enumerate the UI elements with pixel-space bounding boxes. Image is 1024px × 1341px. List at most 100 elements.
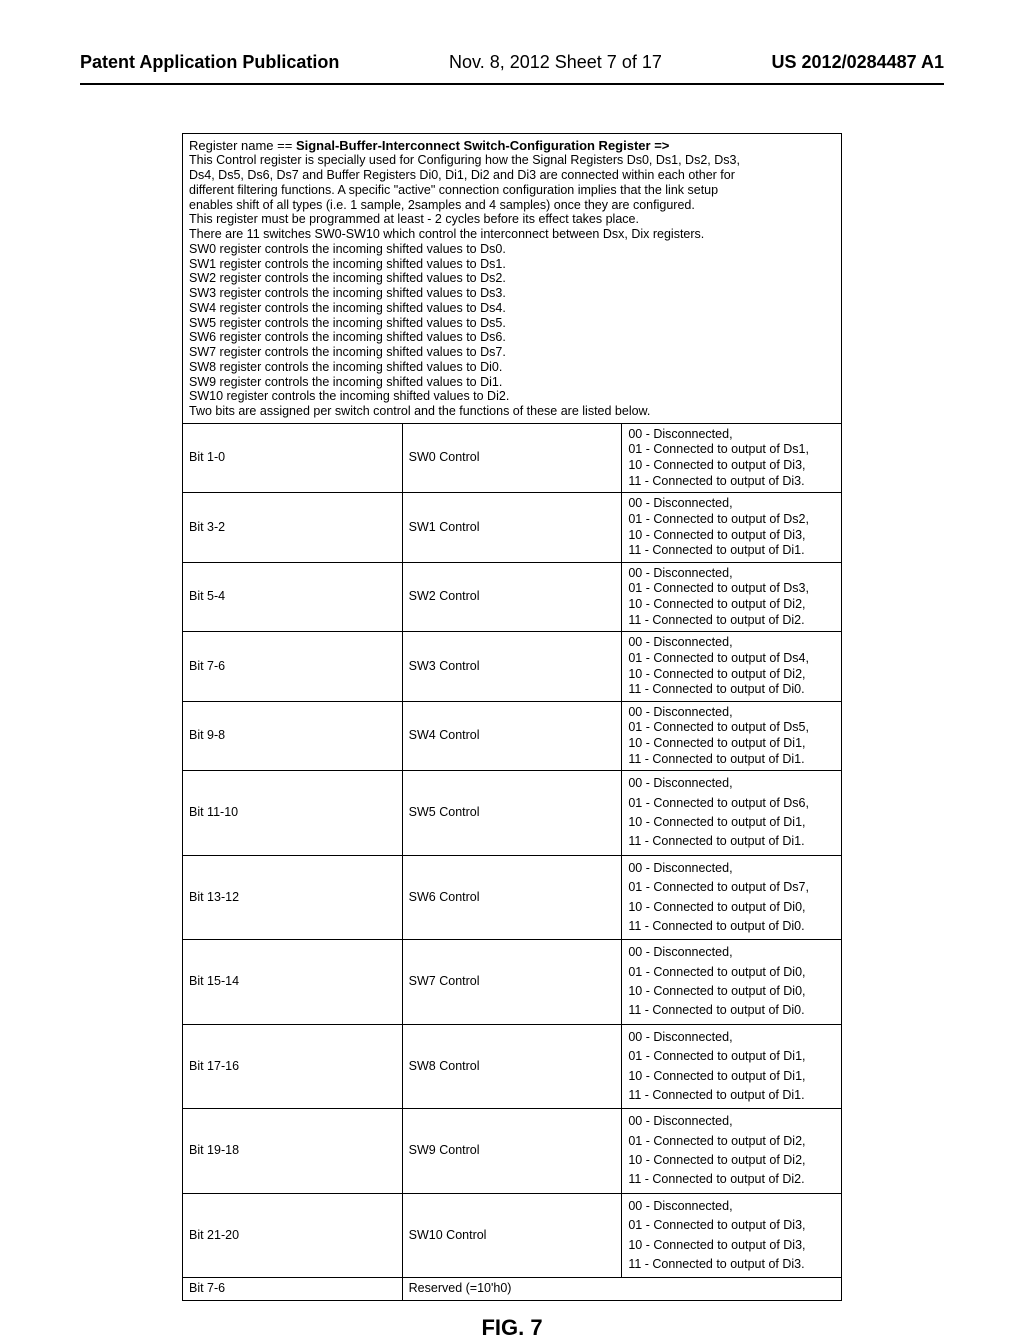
desc-col-line: 00 - Disconnected, [628,635,835,651]
desc-line: SW1 register controls the incoming shift… [189,257,835,272]
desc-col-line: 00 - Disconnected, [628,774,835,793]
regname-bold: Signal-Buffer-Interconnect Switch-Config… [296,138,669,153]
desc-col-line: 11 - Connected to output of Di1. [628,1086,835,1105]
name-col: SW1 Control [402,493,622,563]
name-col: SW5 Control [402,771,622,856]
header-rule [80,83,944,85]
desc-col-line: 10 - Connected to output of Di2, [628,667,835,683]
desc-col-line: 00 - Disconnected, [628,705,835,721]
desc-col: 00 - Disconnected,01 - Connected to outp… [622,423,842,493]
desc-col-line: 10 - Connected to output of Di3, [628,458,835,474]
bit-col: Bit 15-14 [183,940,403,1025]
reserved-bit: Bit 7-6 [183,1278,403,1301]
bit-col: Bit 13-12 [183,855,403,940]
desc-line: SW0 register controls the incoming shift… [189,242,835,257]
desc-col-line: 01 - Connected to output of Di1, [628,1047,835,1066]
desc-col: 00 - Disconnected,01 - Connected to outp… [622,1109,842,1194]
desc-line: SW5 register controls the incoming shift… [189,316,835,331]
desc-col-line: 00 - Disconnected, [628,427,835,443]
header-left: Patent Application Publication [80,52,339,73]
table-row: Bit 7-6SW3 Control00 - Disconnected,01 -… [183,632,842,702]
table-row: Bit 15-14SW7 Control00 - Disconnected,01… [183,940,842,1025]
bit-col: Bit 5-4 [183,562,403,632]
name-col: SW3 Control [402,632,622,702]
desc-line: enables shift of all types (i.e. 1 sampl… [189,198,835,213]
bit-col: Bit 21-20 [183,1193,403,1278]
table-row: Bit 17-16SW8 Control00 - Disconnected,01… [183,1024,842,1109]
table-row: Bit 3-2SW1 Control00 - Disconnected,01 -… [183,493,842,563]
desc-col-line: 10 - Connected to output of Di3, [628,1236,835,1255]
reserved-name: Reserved (=10'h0) [402,1278,841,1301]
desc-col-line: 10 - Connected to output of Di0, [628,982,835,1001]
desc-col-line: 01 - Connected to output of Ds7, [628,878,835,897]
desc-col-line: 10 - Connected to output of Di2, [628,597,835,613]
page-header: Patent Application Publication Nov. 8, 2… [80,0,944,81]
table-row: Bit 1-0SW0 Control00 - Disconnected,01 -… [183,423,842,493]
figure-label: FIG. 7 [80,1315,944,1341]
desc-col-line: 11 - Connected to output of Di2. [628,613,835,629]
desc-col: 00 - Disconnected,01 - Connected to outp… [622,493,842,563]
desc-line: different filtering functions. A specifi… [189,183,835,198]
desc-line: SW3 register controls the incoming shift… [189,286,835,301]
desc-line: SW4 register controls the incoming shift… [189,301,835,316]
table-row: Bit 11-10SW5 Control00 - Disconnected,01… [183,771,842,856]
desc-col-line: 11 - Connected to output of Di1. [628,832,835,851]
desc-col-line: 11 - Connected to output of Di1. [628,543,835,559]
bit-col: Bit 3-2 [183,493,403,563]
bit-col: Bit 17-16 [183,1024,403,1109]
table-row: Bit 19-18SW9 Control00 - Disconnected,01… [183,1109,842,1194]
desc-col-line: 11 - Connected to output of Di3. [628,1255,835,1274]
bit-col: Bit 1-0 [183,423,403,493]
desc-col-line: 10 - Connected to output of Di3, [628,528,835,544]
desc-col-line: 11 - Connected to output of Di3. [628,474,835,490]
name-col: SW2 Control [402,562,622,632]
desc-line: Ds4, Ds5, Ds6, Ds7 and Buffer Registers … [189,168,835,183]
header-right: US 2012/0284487 A1 [772,52,944,73]
name-col: SW9 Control [402,1109,622,1194]
desc-col-line: 11 - Connected to output of Di0. [628,917,835,936]
name-col: SW10 Control [402,1193,622,1278]
name-col: SW7 Control [402,940,622,1025]
desc-col: 00 - Disconnected,01 - Connected to outp… [622,632,842,702]
desc-row: Register name == Signal-Buffer-Interconn… [183,134,842,424]
table-row: Bit 9-8SW4 Control00 - Disconnected,01 -… [183,701,842,771]
desc-col-line: 01 - Connected to output of Ds6, [628,794,835,813]
desc-col-line: 00 - Disconnected, [628,566,835,582]
desc-col-line: 01 - Connected to output of Ds4, [628,651,835,667]
bit-col: Bit 19-18 [183,1109,403,1194]
desc-col-line: 01 - Connected to output of Di3, [628,1216,835,1235]
desc-line: SW2 register controls the incoming shift… [189,271,835,286]
desc-col-line: 10 - Connected to output of Di2, [628,1151,835,1170]
desc-col: 00 - Disconnected,01 - Connected to outp… [622,562,842,632]
desc-col-line: 11 - Connected to output of Di0. [628,1001,835,1020]
desc-col-line: 00 - Disconnected, [628,496,835,512]
name-col: SW0 Control [402,423,622,493]
name-col: SW4 Control [402,701,622,771]
bit-col: Bit 11-10 [183,771,403,856]
desc-line: There are 11 switches SW0-SW10 which con… [189,227,835,242]
desc-col-line: 00 - Disconnected, [628,1112,835,1131]
table-row: Bit 13-12SW6 Control00 - Disconnected,01… [183,855,842,940]
desc-col-line: 01 - Connected to output of Ds5, [628,720,835,736]
desc-line: Two bits are assigned per switch control… [189,404,835,419]
desc-line: SW8 register controls the incoming shift… [189,360,835,375]
desc-col: 00 - Disconnected,01 - Connected to outp… [622,771,842,856]
desc-col-line: 01 - Connected to output of Di2, [628,1132,835,1151]
regname-prefix: Register name == [189,138,296,153]
reserved-row: Bit 7-6 Reserved (=10'h0) [183,1278,842,1301]
header-center: Nov. 8, 2012 Sheet 7 of 17 [339,52,771,73]
desc-col: 00 - Disconnected,01 - Connected to outp… [622,1193,842,1278]
name-col: SW8 Control [402,1024,622,1109]
desc-col-line: 00 - Disconnected, [628,1028,835,1047]
table-row: Bit 5-4SW2 Control00 - Disconnected,01 -… [183,562,842,632]
desc-col-line: 11 - Connected to output of Di0. [628,682,835,698]
name-col: SW6 Control [402,855,622,940]
desc-body: This Control register is specially used … [189,153,835,419]
desc-col-line: 00 - Disconnected, [628,943,835,962]
desc-col-line: 01 - Connected to output of Ds3, [628,581,835,597]
desc-line: This Control register is specially used … [189,153,835,168]
desc-col: 00 - Disconnected,01 - Connected to outp… [622,1024,842,1109]
table-row: Bit 21-20SW10 Control00 - Disconnected,0… [183,1193,842,1278]
desc-col: 00 - Disconnected,01 - Connected to outp… [622,855,842,940]
desc-col-line: 10 - Connected to output of Di0, [628,898,835,917]
